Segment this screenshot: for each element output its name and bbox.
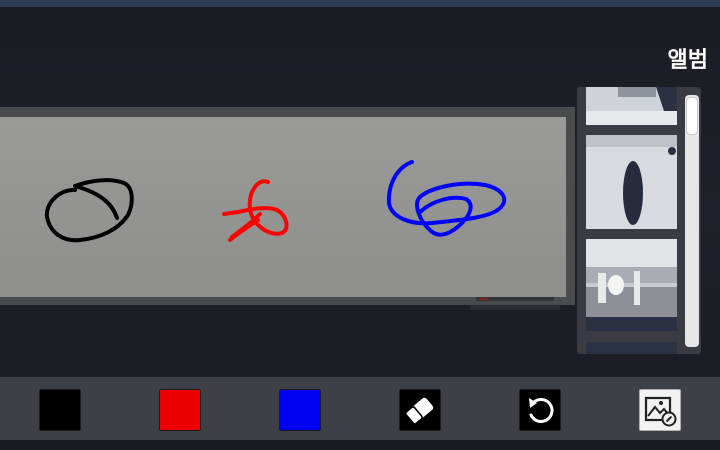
album-panel [577,87,701,354]
undo-icon [529,398,554,423]
album-title: 앨범 [667,48,708,73]
album-thumbnail[interactable] [586,239,677,331]
color-black-button[interactable] [39,389,81,431]
top-bar [0,0,720,7]
blue-stroke [386,160,507,237]
whiteboard-tray [476,297,554,301]
color-red-button[interactable] [159,389,201,431]
undo-button[interactable] [519,389,561,431]
album-thumbnail[interactable] [586,342,677,354]
black-stroke [44,178,134,243]
eraser-icon [404,397,434,425]
toolbar [0,377,720,440]
thumbnail-image [586,87,677,125]
whiteboard-drawing[interactable] [0,117,566,297]
album-thumbnail[interactable] [586,87,677,125]
album-scroll-thumb[interactable] [686,97,698,135]
color-blue-button[interactable] [279,389,321,431]
eraser-button[interactable] [399,389,441,431]
album-thumbnail[interactable] [586,135,677,229]
red-stroke [222,179,289,242]
album-button[interactable] [639,389,681,431]
album-icon [644,396,677,427]
thumbnail-image [586,239,677,331]
marker [480,298,488,300]
album-scrollbar[interactable] [685,95,699,347]
bottom-strip [0,440,720,450]
thumbnail-image [586,135,677,229]
